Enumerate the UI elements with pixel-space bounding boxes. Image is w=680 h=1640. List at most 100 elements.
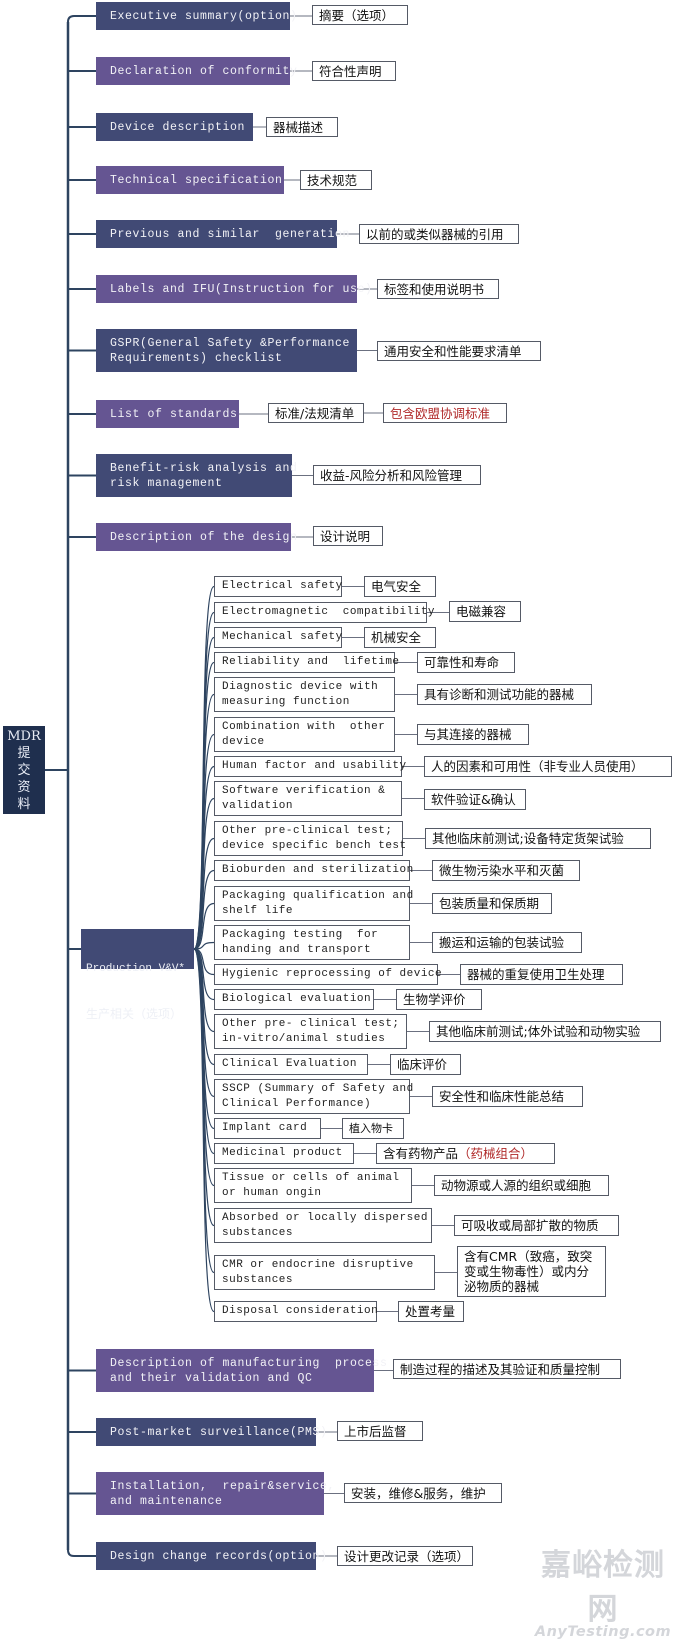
cn-sub-emc[interactable]: 电磁兼容 <box>449 601 521 622</box>
cn-sub-implant-card[interactable]: 植入物卡 <box>342 1118 404 1139</box>
cn-node-description-of-design[interactable]: 设计说明 <box>313 526 383 546</box>
sub-node-packaging-testing[interactable]: Packaging testing for handing and transp… <box>214 925 410 960</box>
branch-line <box>67 15 96 23</box>
main-node-post-market-surveillance[interactable]: Post-market surveillance(PMS) <box>96 1418 327 1446</box>
cn-sub-medicinal-product-text: 含有药物产品 <box>383 1146 459 1161</box>
cn-node-post-market-surveillance[interactable]: 上市后监督 <box>337 1421 423 1441</box>
fan-line <box>193 948 215 1098</box>
sub-node-emc[interactable]: Electromagnetic compatibility <box>214 602 435 623</box>
main-node-declaration-of-conformity[interactable]: Declaration of conformity <box>96 57 297 85</box>
fan-line <box>193 948 215 1227</box>
cn-node-labels-and-ifu[interactable]: 标签和使用说明书 <box>377 279 499 299</box>
watermark-en: AnyTesting.com <box>534 1624 672 1640</box>
main-node-design-change-records[interactable]: Design change records(option) <box>96 1542 327 1570</box>
root-label-cn-2: 交 <box>17 762 31 778</box>
fan-line <box>193 948 215 1187</box>
fan-line <box>193 585 215 950</box>
main-node-previous-similar-generation[interactable]: Previous and similar generation <box>96 220 349 248</box>
cn-sub-absorbed-substances[interactable]: 可吸收或局部扩散的物质 <box>454 1215 619 1236</box>
cn-sub-other-preclinical-animal[interactable]: 其他临床前测试;体外试验和动物实验 <box>429 1021 661 1042</box>
sub-node-other-preclinical-bench[interactable]: Other pre-clinical test; device specific… <box>214 821 406 856</box>
sub-node-software-verification[interactable]: Software verification & validation <box>214 781 402 816</box>
cn-node-benefit-risk[interactable]: 收益-风险分析和风险管理 <box>313 465 481 485</box>
sub-node-mechanical-safety[interactable]: Mechanical safety <box>214 627 342 648</box>
cn-sub-reliability-lifetime[interactable]: 可靠性和寿命 <box>417 652 515 673</box>
production-vv-node[interactable]: Production V&V* 生产相关（选项） <box>81 929 194 1021</box>
sub-node-electrical-safety[interactable]: Electrical safety <box>214 576 342 597</box>
cn-node-technical-specification[interactable]: 技术规范 <box>300 170 372 190</box>
cn-node-design-change-records[interactable]: 设计更改记录（选项） <box>337 1546 473 1566</box>
main-node-gspr-checklist[interactable]: GSPR(General Safety &Performance Require… <box>96 329 357 372</box>
cn-sub-medicinal-product[interactable]: 含有药物产品 （药械组合） <box>376 1143 555 1164</box>
cn-sub-packaging-qualification[interactable]: 包装质量和保质期 <box>432 893 552 914</box>
fan-line <box>193 941 215 950</box>
main-node-device-description[interactable]: Device description <box>96 113 253 141</box>
sub-node-combination-device[interactable]: Combination with other device <box>214 717 395 752</box>
fan-line <box>193 733 215 950</box>
cn-sub-bioburden-sterilization[interactable]: 微生物污染水平和灭菌 <box>432 860 580 881</box>
sub-node-cmr-substances[interactable]: CMR or endocrine disruptive substances <box>214 1255 435 1290</box>
cn-sub-electrical-safety[interactable]: 电气安全 <box>364 576 436 597</box>
sub-node-tissue-cells[interactable]: Tissue or cells of animal or human ongin <box>214 1168 412 1203</box>
root-label-cn-1: 提 <box>17 745 31 761</box>
cn-sub-hygienic-reprocessing[interactable]: 器械的重复使用卫生处理 <box>460 964 623 985</box>
fan-line <box>193 797 215 950</box>
cn-sub-combination-device[interactable]: 与其连接的器械 <box>417 724 529 745</box>
branch-line <box>67 1549 96 1557</box>
sub-node-reliability-lifetime[interactable]: Reliability and lifetime <box>214 652 399 673</box>
sub-node-human-factor[interactable]: Human factor and usability <box>214 756 406 777</box>
cn-node-manufacturing-process[interactable]: 制造过程的描述及其验证和质量控制 <box>393 1359 621 1379</box>
sub-node-biological-evaluation[interactable]: Biological evaluation <box>214 989 374 1010</box>
cn-node-installation-repair[interactable]: 安装，维修&服务，维护 <box>344 1483 502 1503</box>
fan-line <box>193 948 215 1066</box>
sub-node-sscp[interactable]: SSCP (Summary of Safety and Clinical Per… <box>214 1079 413 1114</box>
cn-sub-tissue-cells[interactable]: 动物源或人源的组织或细胞 <box>434 1175 609 1196</box>
cn-sub-biological-evaluation[interactable]: 生物学评价 <box>396 989 482 1010</box>
root-label-en: MDR <box>7 728 41 744</box>
sub-node-bioburden-sterilization[interactable]: Bioburden and sterilization <box>214 860 413 881</box>
fan-line <box>193 948 215 1001</box>
sub-node-disposal-consideration[interactable]: Disposal consideration <box>214 1301 378 1322</box>
main-node-benefit-risk[interactable]: Benefit-risk analysis and risk managemen… <box>96 454 297 497</box>
root-label-cn-3: 资 <box>17 779 31 795</box>
sub-node-diagnostic-device[interactable]: Diagnostic device with measuring functio… <box>214 677 395 712</box>
cn-sub-packaging-testing[interactable]: 搬运和运输的包装试验 <box>432 932 582 953</box>
cn-sub-sscp[interactable]: 安全性和临床性能总结 <box>432 1086 583 1107</box>
main-node-manufacturing-process[interactable]: Description of manufacturing process and… <box>96 1349 387 1392</box>
fan-line <box>193 948 215 1155</box>
main-node-list-of-standards[interactable]: List of standards <box>96 400 239 428</box>
cn-node-previous-similar-generation[interactable]: 以前的或类似器械的引用 <box>359 224 519 244</box>
cn-node-eu-harmonized-standards[interactable]: 包含欧盟协调标准 <box>383 403 507 423</box>
sub-node-implant-card[interactable]: Implant card <box>214 1118 321 1139</box>
cn-node-gspr-checklist[interactable]: 通用安全和性能要求清单 <box>377 341 541 361</box>
sub-node-clinical-evaluation[interactable]: Clinical Evaluation <box>214 1054 368 1075</box>
sub-node-packaging-qualification[interactable]: Packaging qualification and shelf life <box>214 886 413 921</box>
main-node-executive-summary[interactable]: Executive summary(option) <box>96 2 297 30</box>
cn-node-list-of-standards[interactable]: 标准/法规清单 <box>268 403 364 423</box>
fan-line <box>193 611 215 950</box>
main-node-description-of-design[interactable]: Description of the design <box>96 523 297 551</box>
fan-line <box>193 869 215 950</box>
cn-sub-human-factor[interactable]: 人的因素和可用性（非专业人员使用） <box>424 756 672 777</box>
production-label-cn: 生产相关（选项） <box>86 1007 183 1021</box>
cn-node-executive-summary[interactable]: 摘要（选项） <box>312 5 408 25</box>
cn-sub-disposal-consideration[interactable]: 处置考量 <box>398 1301 464 1322</box>
cn-sub-diagnostic-device[interactable]: 具有诊断和测试功能的器械 <box>417 684 592 705</box>
sub-node-hygienic-reprocessing[interactable]: Hygienic reprocessing of device <box>214 964 442 985</box>
sub-node-medicinal-product[interactable]: Medicinal product <box>214 1143 354 1164</box>
cn-sub-other-preclinical-bench[interactable]: 其他临床前测试;设备特定货架试验 <box>425 828 651 849</box>
cn-sub-cmr-substances[interactable]: 含有CMR（致癌，致突 变或生物毒性）或内分 泌物质的器械 <box>457 1246 606 1297</box>
cn-sub-software-verification[interactable]: 软件验证&确认 <box>424 789 526 810</box>
main-node-technical-specification[interactable]: Technical specification <box>96 166 284 194</box>
main-node-installation-repair[interactable]: Installation, repair&service, and mainte… <box>96 1472 334 1515</box>
cn-node-device-description[interactable]: 器械描述 <box>266 117 338 137</box>
cn-sub-clinical-evaluation[interactable]: 临床评价 <box>390 1054 461 1075</box>
fan-line <box>193 765 215 950</box>
sub-node-absorbed-substances[interactable]: Absorbed or locally dispersed substances <box>214 1208 432 1243</box>
fan-line <box>193 902 215 950</box>
cn-sub-mechanical-safety[interactable]: 机械安全 <box>364 627 436 648</box>
main-node-labels-and-ifu[interactable]: Labels and IFU(Instruction for use) <box>96 275 372 303</box>
sub-node-other-preclinical-animal[interactable]: Other pre- clinical test; in-vitro/anima… <box>214 1014 407 1049</box>
root-node[interactable]: MDR 提 交 资 料 <box>3 726 45 814</box>
cn-node-declaration-of-conformity[interactable]: 符合性声明 <box>312 61 396 81</box>
